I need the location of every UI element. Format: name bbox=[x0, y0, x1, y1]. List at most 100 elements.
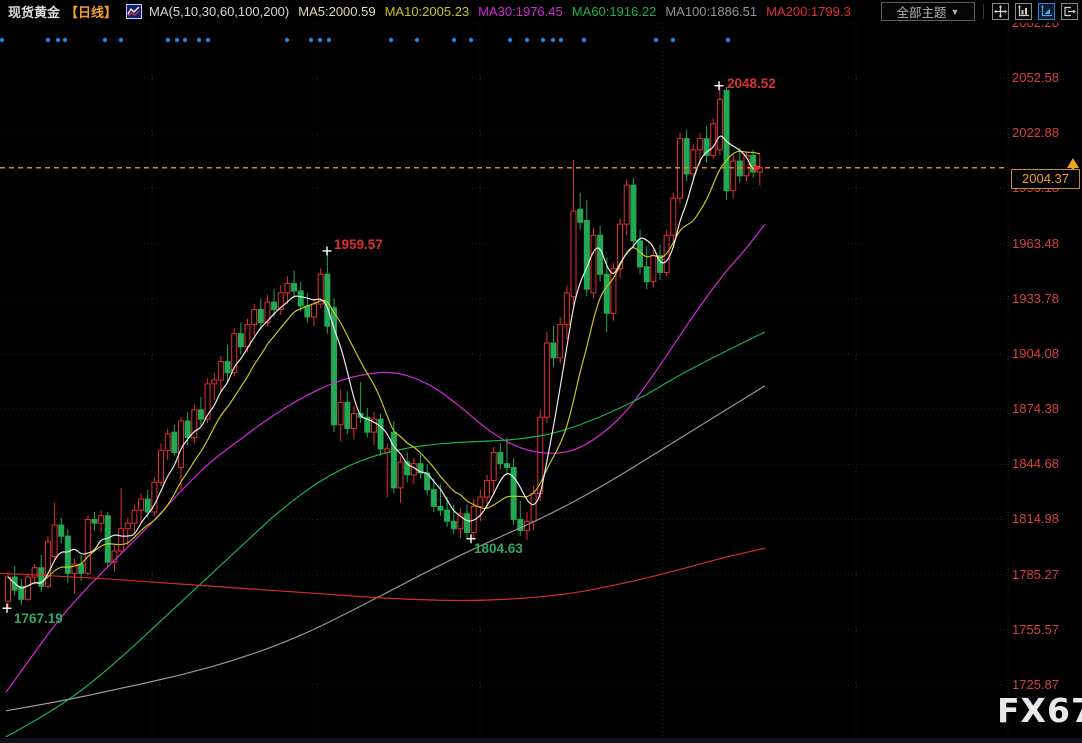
candle-up bbox=[591, 235, 596, 293]
event-marker bbox=[389, 38, 393, 42]
ma200-value: MA200:1799.3 bbox=[766, 4, 851, 19]
candle-up bbox=[25, 577, 30, 599]
candle-down bbox=[438, 506, 443, 510]
candle-down bbox=[598, 235, 603, 274]
theme-dropdown[interactable]: 全部主题 ▼ bbox=[881, 2, 975, 21]
candle-down bbox=[391, 432, 396, 488]
event-marker bbox=[415, 38, 419, 42]
candle-up bbox=[178, 421, 183, 467]
candle-down bbox=[292, 284, 297, 291]
price-annotation: 1959.57 bbox=[334, 237, 383, 252]
event-marker bbox=[551, 38, 555, 42]
gold-chart-app: 现货黄金 【日线】 MA(5,10,30,60,100,200) MA5:200… bbox=[0, 0, 1082, 743]
mini-chart-icon bbox=[126, 4, 142, 19]
ma60-value: MA60:1916.22 bbox=[572, 4, 657, 19]
candle-up bbox=[571, 211, 576, 296]
event-marker bbox=[309, 38, 313, 42]
candle-down bbox=[584, 220, 589, 289]
candle-down bbox=[684, 139, 689, 174]
candle-down bbox=[445, 510, 450, 521]
event-marker bbox=[285, 38, 289, 42]
y-axis-label: 1814.98 bbox=[1012, 512, 1078, 526]
event-marker bbox=[559, 38, 563, 42]
candle-up bbox=[697, 139, 702, 150]
symbol-title: 现货黄金 bbox=[8, 2, 60, 21]
candle-up bbox=[544, 343, 549, 417]
y-axis-label: 1755.57 bbox=[1012, 623, 1078, 637]
event-marker bbox=[183, 38, 187, 42]
candle-up bbox=[45, 542, 50, 587]
candle-up bbox=[218, 362, 223, 381]
candle-up bbox=[531, 493, 536, 521]
candle-down bbox=[378, 419, 383, 449]
candle-down bbox=[465, 514, 470, 533]
y-axis-label: 2052.58 bbox=[1012, 71, 1078, 85]
pan-icon[interactable] bbox=[992, 3, 1009, 20]
candle-up bbox=[99, 516, 104, 523]
candle-down bbox=[172, 432, 177, 452]
ma5-value: MA5:2000.59 bbox=[298, 4, 375, 19]
candle-down bbox=[258, 310, 263, 323]
event-marker bbox=[206, 38, 210, 42]
candle-down bbox=[551, 343, 556, 358]
price-chart[interactable]: 2048.521959.571804.631767.19 bbox=[0, 0, 1082, 743]
candle-up bbox=[159, 451, 164, 483]
y-axis-label: 1933.78 bbox=[1012, 292, 1078, 306]
caret-down-icon: ▼ bbox=[951, 7, 960, 17]
candle-down bbox=[504, 464, 509, 468]
event-marker bbox=[119, 38, 123, 42]
candle-down bbox=[431, 490, 436, 507]
event-marker bbox=[318, 38, 322, 42]
axis-scale-icon[interactable] bbox=[1015, 3, 1032, 20]
event-marker bbox=[452, 38, 456, 42]
candle-up bbox=[119, 529, 124, 551]
candle-up bbox=[398, 462, 403, 488]
candle-up bbox=[478, 497, 483, 506]
watermark: FX678 bbox=[997, 691, 1082, 730]
event-marker bbox=[654, 38, 658, 42]
candle-down bbox=[604, 274, 609, 313]
candle-down bbox=[498, 453, 503, 464]
event-marker bbox=[469, 38, 473, 42]
pop-out-icon[interactable] bbox=[1061, 3, 1078, 20]
candle-down bbox=[331, 308, 336, 425]
candle-down bbox=[198, 410, 203, 419]
candle-down bbox=[79, 564, 84, 573]
candle-down bbox=[92, 519, 97, 523]
event-marker bbox=[46, 38, 50, 42]
candle-up bbox=[711, 124, 716, 156]
candle-up bbox=[538, 417, 543, 493]
candle-down bbox=[225, 362, 230, 373]
y-axis-label: 1874.38 bbox=[1012, 402, 1078, 416]
price-annotation: 1767.19 bbox=[14, 611, 63, 626]
candle-up bbox=[285, 284, 290, 293]
candle-up bbox=[485, 480, 490, 497]
ma100-value: MA100:1886.51 bbox=[665, 4, 757, 19]
candle-up bbox=[717, 100, 722, 150]
candle-up bbox=[691, 150, 696, 174]
theme-dropdown-label: 全部主题 bbox=[897, 2, 947, 21]
chart-header-bar: 现货黄金 【日线】 MA(5,10,30,60,100,200) MA5:200… bbox=[0, 0, 1082, 23]
y-axis-label: 1963.48 bbox=[1012, 237, 1078, 251]
candle-down bbox=[644, 267, 649, 282]
current-price-value: 2004.37 bbox=[1022, 171, 1069, 186]
y-axis-label: 1904.08 bbox=[1012, 347, 1078, 361]
candle-up bbox=[125, 523, 130, 529]
period-label: 【日线】 bbox=[65, 2, 117, 21]
event-marker bbox=[56, 38, 60, 42]
event-marker bbox=[327, 38, 331, 42]
event-marker bbox=[103, 38, 107, 42]
event-marker bbox=[63, 38, 67, 42]
candle-up bbox=[85, 519, 90, 573]
candle-up bbox=[491, 453, 496, 481]
candle-down bbox=[145, 499, 150, 512]
ma-line-ma30 bbox=[6, 224, 765, 692]
candle-up bbox=[731, 161, 736, 191]
candle-down bbox=[345, 402, 350, 428]
price-annotation: 1804.63 bbox=[474, 541, 523, 556]
ma10-value: MA10:2005.23 bbox=[385, 4, 470, 19]
candle-down bbox=[578, 209, 583, 222]
y-axis-label: 1844.68 bbox=[1012, 457, 1078, 471]
axis-fit-icon[interactable] bbox=[1038, 3, 1055, 20]
candle-down bbox=[631, 185, 636, 241]
